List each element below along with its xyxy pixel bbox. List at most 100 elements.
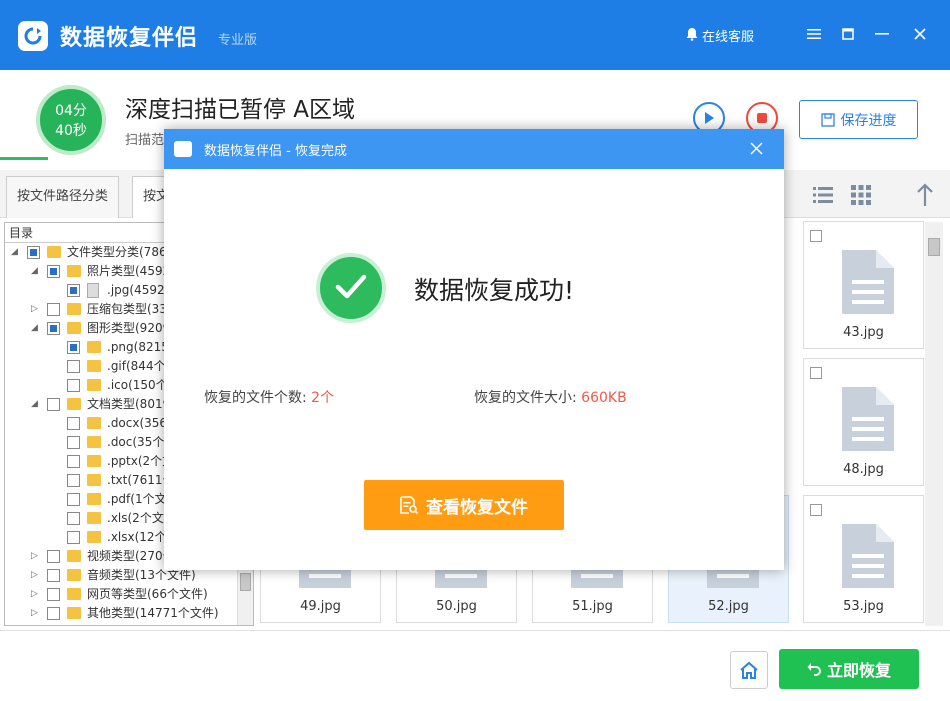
tree-checkbox[interactable]: [67, 455, 80, 468]
folder-icon: [67, 303, 81, 315]
tree-checkbox[interactable]: [47, 550, 60, 563]
file-checkbox[interactable]: [810, 504, 822, 516]
document-icon: [842, 524, 894, 588]
folder-icon: [67, 265, 81, 277]
scan-timer: 04分 40秒: [36, 85, 106, 155]
timer-seconds: 40秒: [55, 123, 87, 139]
tree-scroll-thumb[interactable]: [240, 573, 251, 591]
expanded-arrow-icon[interactable]: ◢: [31, 262, 38, 281]
folder-icon: [67, 322, 81, 334]
folder-icon: [87, 474, 101, 486]
save-progress-button[interactable]: 保存进度: [799, 100, 918, 139]
folder-icon: [67, 569, 81, 581]
bell-icon: [686, 27, 698, 45]
close-icon[interactable]: [910, 24, 930, 44]
online-service-link[interactable]: 在线客服: [686, 26, 754, 45]
folder-icon: [67, 607, 81, 619]
list-view-icon[interactable]: [810, 182, 836, 208]
app-logo-icon: [18, 21, 48, 51]
file-card[interactable]: 43.jpg: [803, 221, 924, 349]
tree-item[interactable]: ▷ 网页等类型(66个文件): [5, 585, 253, 604]
collapsed-arrow-icon[interactable]: ▷: [31, 604, 38, 623]
tree-checkbox[interactable]: [67, 531, 80, 544]
tree-item-label: .jpg(4592: [107, 283, 165, 297]
grid-scrollbar[interactable]: [925, 222, 943, 626]
scan-title: 深度扫描已暂停 A区域: [125, 97, 356, 123]
dialog-header: 数据恢复伴侣 - 恢复完成: [164, 129, 784, 169]
scan-subtitle: 扫描范: [125, 133, 165, 148]
tree-checkbox[interactable]: [47, 303, 60, 316]
file-name: 49.jpg: [300, 599, 341, 614]
play-icon: [705, 112, 714, 124]
grid-scroll-thumb[interactable]: [928, 238, 940, 256]
file-card[interactable]: 53.jpg: [803, 495, 924, 623]
file-name: 51.jpg: [572, 599, 613, 614]
expanded-arrow-icon[interactable]: ◢: [31, 395, 38, 414]
document-icon: [842, 387, 894, 451]
dialog-title: 数据恢复伴侣 - 恢复完成: [204, 144, 347, 159]
folder-icon: [87, 417, 101, 429]
file-checkbox[interactable]: [810, 367, 822, 379]
success-check-icon: [316, 253, 386, 323]
tree-checkbox[interactable]: [47, 322, 60, 335]
collapsed-arrow-icon[interactable]: ▷: [31, 300, 38, 319]
document-icon: [842, 250, 894, 314]
file-card[interactable]: 48.jpg: [803, 358, 924, 486]
file-icon: [87, 283, 99, 298]
up-arrow-icon[interactable]: [912, 182, 938, 208]
collapsed-arrow-icon[interactable]: ▷: [31, 585, 38, 604]
menu-icon[interactable]: [804, 24, 824, 44]
restore-icon[interactable]: [872, 24, 892, 44]
success-message: 数据恢复成功!: [414, 276, 575, 305]
tree-item-label: 网页等类型(66个文件): [87, 587, 208, 601]
view-recovered-files-label: 查看恢复文件: [426, 497, 528, 518]
tree-checkbox[interactable]: [47, 265, 60, 278]
tree-item-label: 其他类型(14771个文件): [87, 606, 219, 620]
collapsed-arrow-icon[interactable]: ▷: [31, 566, 38, 585]
tree-item-label: .gif(844个: [107, 359, 166, 373]
title-bar: 数据恢复伴侣 专业版 在线客服: [0, 0, 950, 70]
expanded-arrow-icon[interactable]: ◢: [11, 243, 18, 262]
tree-checkbox[interactable]: [67, 341, 80, 354]
tree-checkbox[interactable]: [47, 569, 60, 582]
tree-checkbox[interactable]: [67, 474, 80, 487]
tree-checkbox[interactable]: [67, 379, 80, 392]
file-count-label: 恢复的文件个数:: [204, 390, 312, 406]
tree-checkbox[interactable]: [47, 607, 60, 620]
tree-item-label: 文档类型(8019: [87, 397, 171, 411]
view-recovered-files-button[interactable]: 查看恢复文件: [364, 480, 564, 530]
minimize-icon[interactable]: [838, 24, 858, 44]
file-checkbox[interactable]: [810, 230, 822, 242]
file-size-stat: 恢复的文件大小: 660KB: [474, 387, 627, 407]
recover-now-button[interactable]: 立即恢复: [779, 649, 919, 689]
folder-icon: [87, 379, 101, 391]
file-size-value: 660KB: [581, 390, 627, 406]
tab-by-path[interactable]: 按文件路径分类: [6, 176, 120, 218]
tree-checkbox[interactable]: [67, 493, 80, 506]
tree-checkbox[interactable]: [67, 284, 80, 297]
grid-view-icon[interactable]: [848, 182, 874, 208]
recovery-complete-dialog: 数据恢复伴侣 - 恢复完成 数据恢复成功! 恢复的文件个数: 2个 恢复的文件大…: [164, 129, 784, 570]
folder-icon: [87, 493, 101, 505]
folder-icon: [47, 246, 61, 258]
tree-item-label: .png(8215: [107, 340, 169, 354]
tree-item[interactable]: ▷ 其他类型(14771个文件): [5, 604, 253, 623]
tree-item-label: .xlsx(12个: [107, 530, 167, 544]
tree-item-label: 视频类型(270个: [87, 549, 175, 563]
tree-checkbox[interactable]: [67, 360, 80, 373]
tree-checkbox[interactable]: [67, 512, 80, 525]
file-name: 52.jpg: [708, 599, 749, 614]
tree-checkbox[interactable]: [67, 417, 80, 430]
tree-item-label: 文件类型分类(786: [67, 245, 167, 259]
home-button[interactable]: [730, 651, 768, 689]
dialog-close-icon[interactable]: [750, 139, 763, 160]
expanded-arrow-icon[interactable]: ◢: [31, 319, 38, 338]
tree-checkbox[interactable]: [67, 436, 80, 449]
tree-checkbox[interactable]: [47, 588, 60, 601]
collapsed-arrow-icon[interactable]: ▷: [31, 547, 38, 566]
tree-item-label: .docx(356: [107, 416, 168, 430]
tree-checkbox[interactable]: [27, 246, 40, 259]
tree-checkbox[interactable]: [47, 398, 60, 411]
folder-icon: [67, 550, 81, 562]
footer-bar: 立即恢复: [0, 630, 950, 701]
